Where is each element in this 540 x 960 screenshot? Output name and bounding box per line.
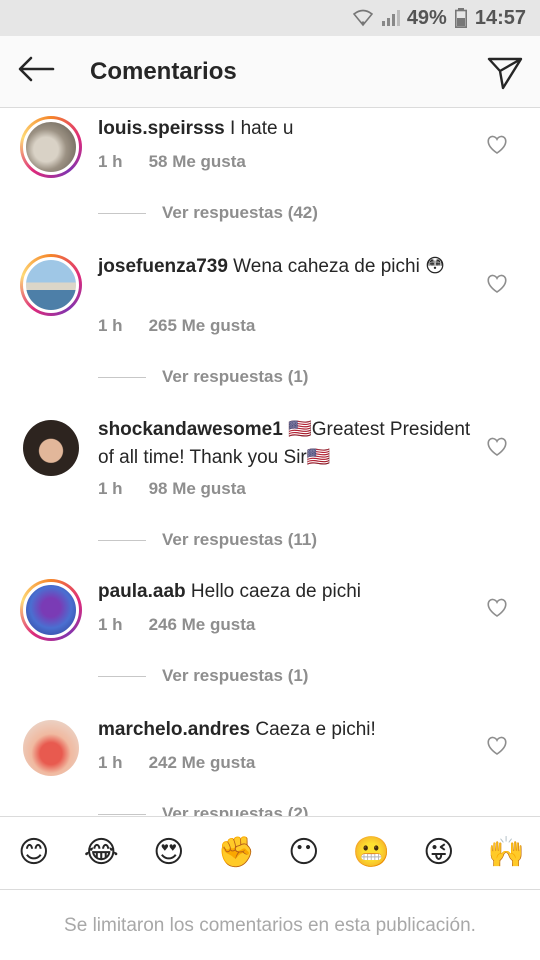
comment-meta: 1 h 98 Me gusta (98, 479, 246, 499)
arrow-left-icon (17, 55, 55, 88)
comment-item: louis.speirsss I hate u 1 h 58 Me gusta V… (0, 109, 540, 247)
comment-username[interactable]: paula.aab (98, 581, 186, 602)
view-replies-button[interactable]: Ver respuestas (1) (98, 666, 308, 686)
comments-list[interactable]: louis.speirsss I hate u 1 h 58 Me gusta V… (0, 109, 540, 816)
app-header: Comentarios (0, 36, 540, 108)
heart-icon[interactable] (486, 135, 508, 155)
battery-icon (454, 8, 467, 28)
clock: 14:57 (474, 6, 526, 29)
view-replies-button[interactable]: Ver respuestas (11) (98, 530, 317, 550)
emoji-joy[interactable]: 😂 (83, 835, 119, 871)
comment-text: marchelo.andres Caeza e pichi! (98, 716, 478, 744)
view-replies-button[interactable]: Ver respuestas (1) (98, 367, 308, 387)
view-replies-label: Ver respuestas (2) (162, 804, 309, 816)
heart-icon[interactable] (486, 274, 508, 294)
emoji-fist[interactable]: ✊ (218, 835, 255, 871)
comment-username[interactable]: josefuenza739 (98, 256, 228, 277)
comment-item: josefuenza739 Wena caheza de pichi 😳 1 h… (0, 247, 540, 410)
view-replies-label: Ver respuestas (42) (162, 203, 318, 222)
heart-icon[interactable] (486, 736, 508, 756)
comment-likes[interactable]: 58 Me gusta (149, 152, 246, 171)
avatar[interactable] (23, 720, 79, 776)
view-replies-label: Ver respuestas (1) (162, 367, 309, 386)
comment-body: Wena caheza de pichi 😳 (227, 256, 445, 277)
comment-item: paula.aab Hello caeza de pichi 1 h 246 Me… (0, 572, 540, 710)
comment-likes[interactable]: 242 Me gusta (149, 753, 256, 772)
comment-text: louis.speirsss I hate u (98, 115, 478, 143)
comment-likes[interactable]: 265 Me gusta (149, 316, 256, 335)
status-bar: 49% 14:57 (0, 0, 540, 36)
emoji-bar: 😊 😂 😍 ✊ 😶 😬 😜 🙌 (0, 816, 540, 890)
replies-divider (98, 376, 146, 378)
view-replies-button[interactable]: Ver respuestas (2) (98, 804, 308, 816)
comment-text: josefuenza739 Wena caheza de pichi 😳 (98, 253, 478, 281)
comment-text: paula.aab Hello caeza de pichi (98, 578, 478, 606)
comment-time: 1 h (98, 316, 123, 335)
avatar[interactable] (23, 420, 79, 476)
comment-body: I hate u (224, 118, 294, 139)
comment-text: shockandawesome1 🇺🇸Greatest President of… (98, 416, 478, 472)
view-replies-label: Ver respuestas (11) (162, 530, 317, 549)
emoji-smile[interactable]: 😊 (16, 835, 52, 871)
battery-percentage: 49% (406, 6, 447, 29)
emoji-no-mouth[interactable]: 😶 (286, 835, 322, 871)
emoji-raised-hands[interactable]: 🙌 (488, 835, 525, 871)
heart-icon[interactable] (486, 437, 508, 457)
comment-meta: 1 h 246 Me gusta (98, 615, 255, 635)
back-button[interactable] (0, 36, 72, 108)
signal-icon (381, 9, 401, 27)
comment-item: marchelo.andres Caeza e pichi! 1 h 242 Me… (0, 710, 540, 816)
replies-divider (98, 675, 146, 677)
paper-plane-icon (486, 57, 524, 95)
comment-time: 1 h (98, 152, 123, 171)
comments-limited-notice: Se limitaron los comentarios en esta pub… (64, 914, 476, 936)
comment-meta: 1 h 242 Me gusta (98, 753, 255, 773)
wifi-icon (352, 9, 373, 27)
comment-time: 1 h (98, 753, 123, 772)
comment-username[interactable]: louis.speirsss (98, 118, 225, 139)
comment-username[interactable]: marchelo.andres (98, 719, 250, 740)
comment-body: Hello caeza de pichi (185, 581, 361, 602)
view-replies-label: Ver respuestas (1) (162, 666, 309, 685)
comment-username[interactable]: shockandawesome1 (98, 419, 283, 440)
comment-likes[interactable]: 98 Me gusta (149, 479, 246, 498)
emoji-grimace[interactable]: 😬 (353, 835, 390, 871)
comment-likes[interactable]: 246 Me gusta (149, 615, 256, 634)
comment-time: 1 h (98, 479, 123, 498)
heart-icon[interactable] (486, 598, 508, 618)
page-title: Comentarios (90, 57, 237, 85)
emoji-wink-tongue[interactable]: 😜 (421, 835, 457, 871)
avatar[interactable] (20, 254, 82, 316)
comment-time: 1 h (98, 615, 123, 634)
replies-divider (98, 813, 146, 815)
direct-message-button[interactable] (486, 53, 524, 91)
avatar[interactable] (20, 116, 82, 178)
comment-meta: 1 h 58 Me gusta (98, 152, 246, 172)
avatar[interactable] (20, 579, 82, 641)
comment-meta: 1 h 265 Me gusta (98, 316, 255, 336)
comment-body: Caeza e pichi! (250, 719, 376, 740)
view-replies-button[interactable]: Ver respuestas (42) (98, 203, 318, 223)
comment-item: shockandawesome1 🇺🇸Greatest President of… (0, 410, 540, 572)
replies-divider (98, 539, 146, 541)
replies-divider (98, 212, 146, 214)
emoji-heart-eyes[interactable]: 😍 (151, 835, 187, 871)
